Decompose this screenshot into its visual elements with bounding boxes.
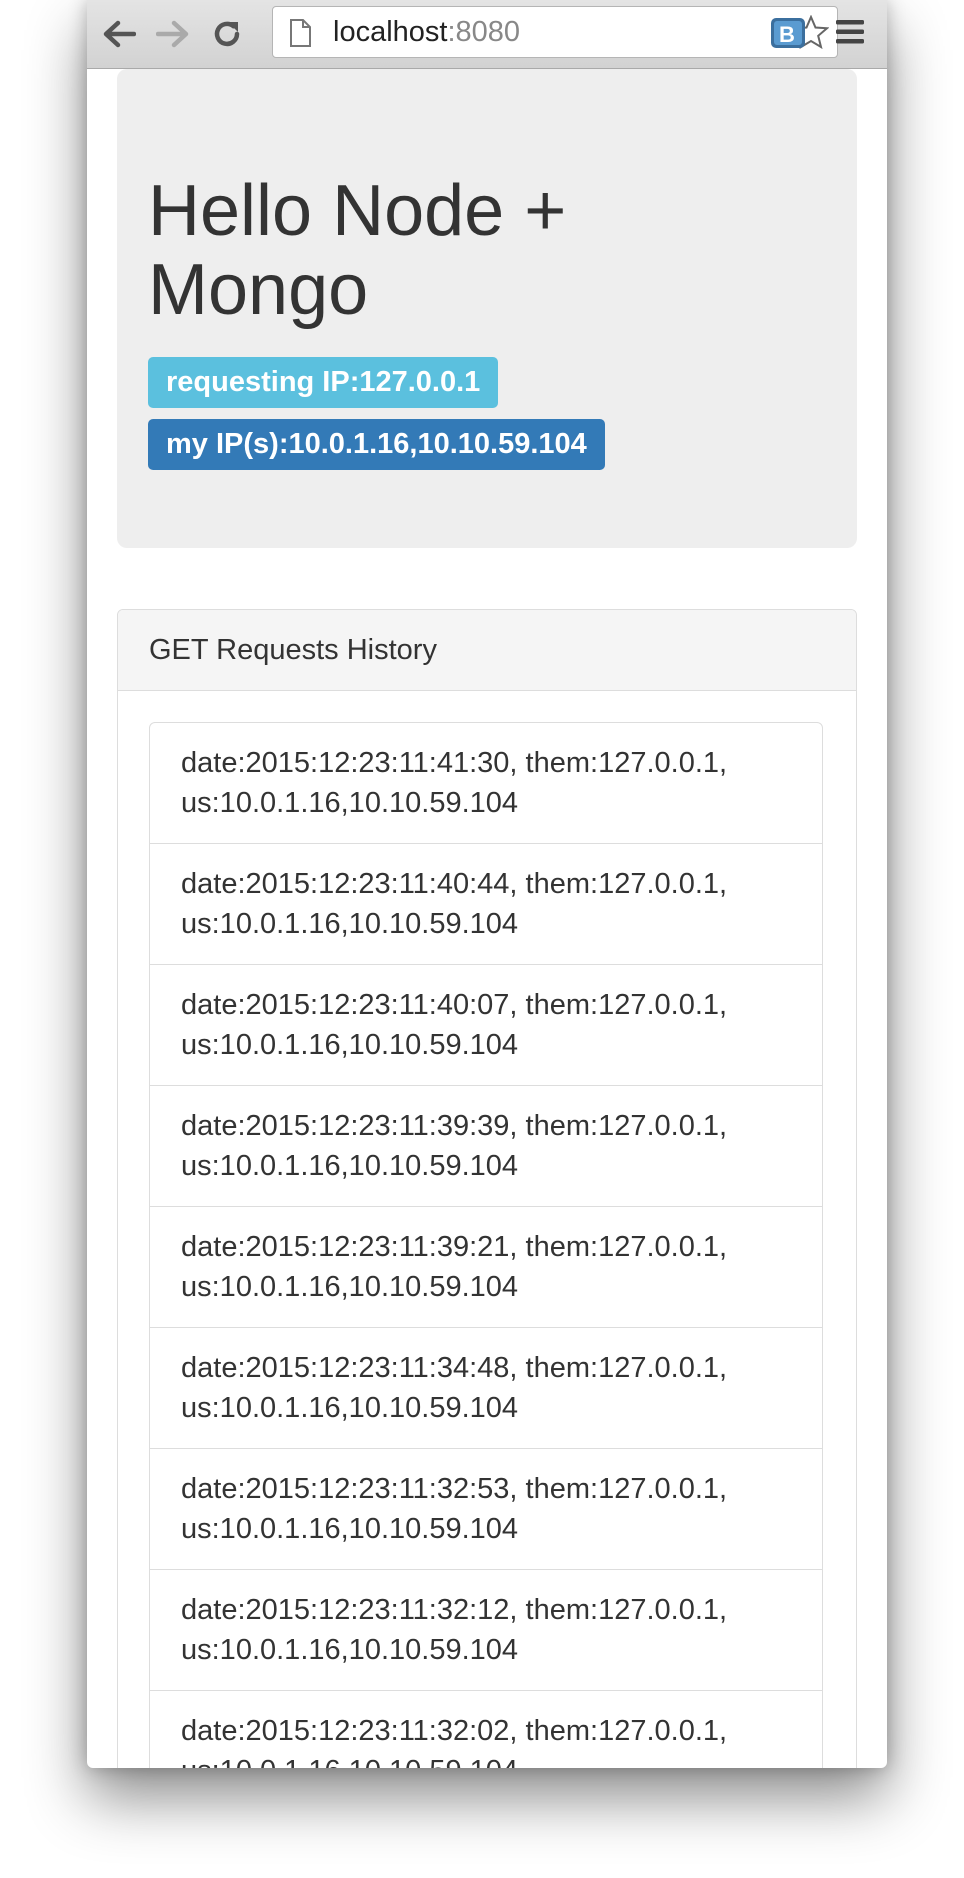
my-ip-badge: my IP(s):10.0.1.16,10.10.59.104 — [148, 419, 605, 470]
extension-label: B — [779, 22, 795, 47]
menu-icon[interactable] — [834, 16, 866, 48]
request-us: us:10.0.1.16,10.10.59.104 — [181, 1150, 519, 1182]
request-us: us:10.0.1.16,10.10.59.104 — [181, 787, 519, 819]
requests-history-panel: GET Requests History date:2015:12:23:11:… — [117, 609, 857, 1768]
list-item: date:2015:12:23:11:32:02, them:127.0.0.1… — [149, 1690, 823, 1768]
address-bar[interactable]: localhost:8080 — [272, 6, 838, 58]
url-port: :8080 — [447, 16, 521, 48]
list-item: date:2015:12:23:11:32:53, them:127.0.0.1… — [149, 1448, 823, 1570]
browser-toolbar: localhost:8080 B — [87, 0, 887, 69]
request-us: us:10.0.1.16,10.10.59.104 — [181, 1392, 519, 1424]
request-date-them: date:2015:12:23:11:39:21, them:127.0.0.1… — [181, 1231, 728, 1263]
reload-icon — [214, 21, 240, 47]
back-button[interactable] — [99, 14, 139, 54]
page-title: Hello Node + Mongo — [148, 171, 567, 330]
request-us: us:10.0.1.16,10.10.59.104 — [181, 1751, 791, 1768]
list-item: date:2015:12:23:11:40:44, them:127.0.0.1… — [149, 843, 823, 965]
url-host: localhost — [333, 16, 448, 48]
request-us: us:10.0.1.16,10.10.59.104 — [181, 1029, 519, 1061]
requests-list: date:2015:12:23:11:41:30, them:127.0.0.1… — [149, 722, 823, 1768]
request-date-them: date:2015:12:23:11:41:30, them:127.0.0.1… — [181, 747, 728, 779]
request-us: us:10.0.1.16,10.10.59.104 — [181, 1513, 519, 1545]
panel-heading: GET Requests History — [118, 610, 856, 691]
request-date-them: date:2015:12:23:11:32:53, them:127.0.0.1… — [181, 1473, 728, 1505]
hero-jumbotron: Hello Node + Mongo requesting IP:127.0.0… — [117, 69, 857, 548]
list-item: date:2015:12:23:11:39:21, them:127.0.0.1… — [149, 1206, 823, 1328]
address-url: localhost:8080 — [333, 7, 520, 57]
request-date-them: date:2015:12:23:11:32:12, them:127.0.0.1… — [181, 1594, 728, 1626]
list-item: date:2015:12:23:11:40:07, them:127.0.0.1… — [149, 964, 823, 1086]
request-date-them: date:2015:12:23:11:32:02, them:127.0.0.1… — [181, 1715, 728, 1747]
request-date-them: date:2015:12:23:11:34:48, them:127.0.0.1… — [181, 1352, 728, 1384]
request-us: us:10.0.1.16,10.10.59.104 — [181, 1271, 519, 1303]
request-us: us:10.0.1.16,10.10.59.104 — [181, 1634, 519, 1666]
list-item: date:2015:12:23:11:34:48, them:127.0.0.1… — [149, 1327, 823, 1449]
list-item: date:2015:12:23:11:41:30, them:127.0.0.1… — [149, 722, 823, 844]
request-date-them: date:2015:12:23:11:39:39, them:127.0.0.1… — [181, 1110, 728, 1142]
requesting-ip-badge: requesting IP:127.0.0.1 — [148, 357, 499, 408]
browser-window: localhost:8080 B Hello Node + Mongo requ… — [87, 0, 887, 1768]
list-item: date:2015:12:23:11:39:39, them:127.0.0.1… — [149, 1085, 823, 1207]
forward-arrow-icon — [156, 20, 189, 48]
reload-button[interactable] — [207, 14, 247, 54]
extension-icon[interactable]: B — [770, 16, 806, 50]
list-item: date:2015:12:23:11:32:12, them:127.0.0.1… — [149, 1569, 823, 1691]
request-us: us:10.0.1.16,10.10.59.104 — [181, 908, 519, 940]
back-arrow-icon — [103, 20, 136, 48]
page-icon — [290, 19, 311, 47]
forward-button[interactable] — [153, 14, 193, 54]
request-date-them: date:2015:12:23:11:40:44, them:127.0.0.1… — [181, 868, 728, 900]
request-date-them: date:2015:12:23:11:40:07, them:127.0.0.1… — [181, 989, 728, 1021]
